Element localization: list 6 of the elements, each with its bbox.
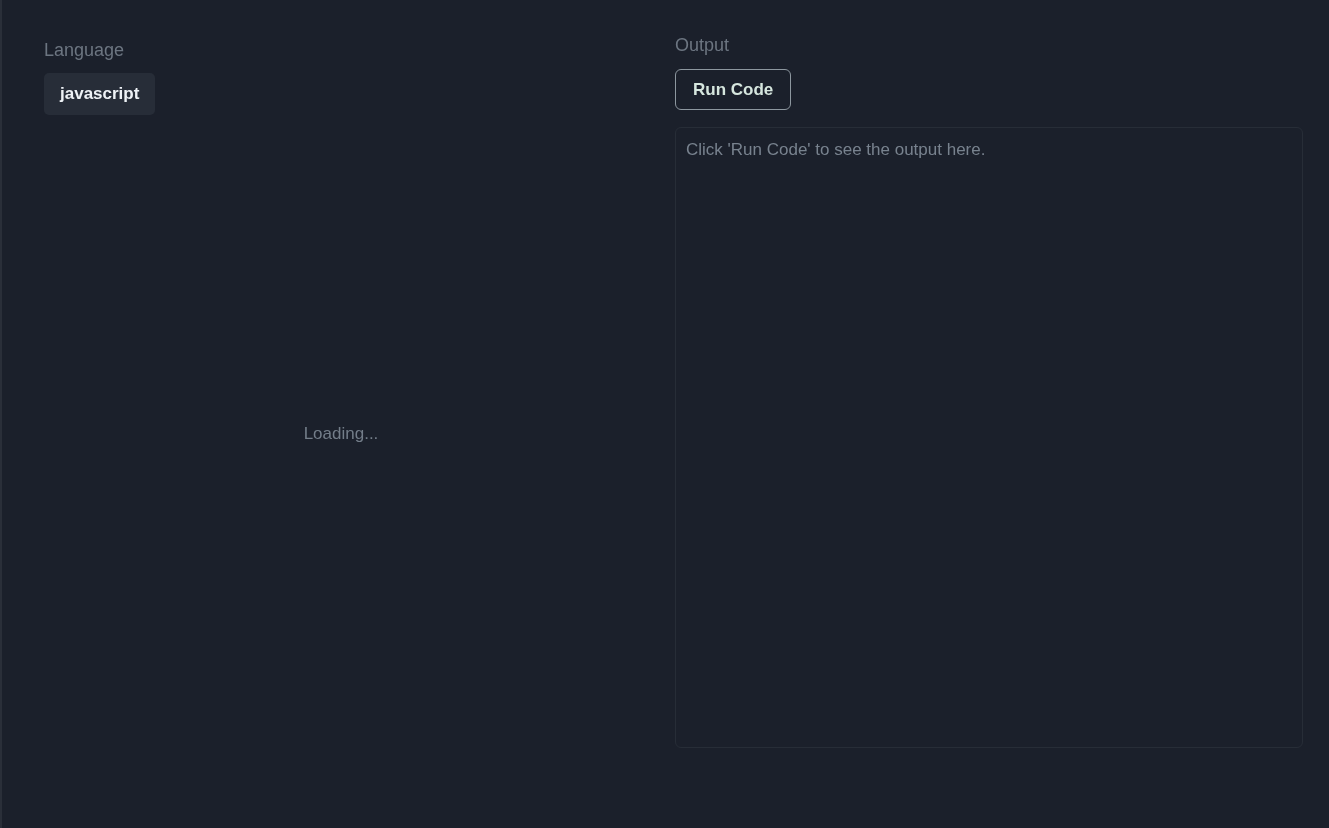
loading-text: Loading...	[303, 424, 379, 444]
output-message: Click 'Run Code' to see the output here.	[686, 139, 986, 161]
run-code-button[interactable]: Run Code	[675, 69, 792, 110]
language-button[interactable]: javascript	[44, 73, 156, 115]
language-label: Language	[44, 40, 125, 60]
output-label: Output	[675, 35, 730, 55]
